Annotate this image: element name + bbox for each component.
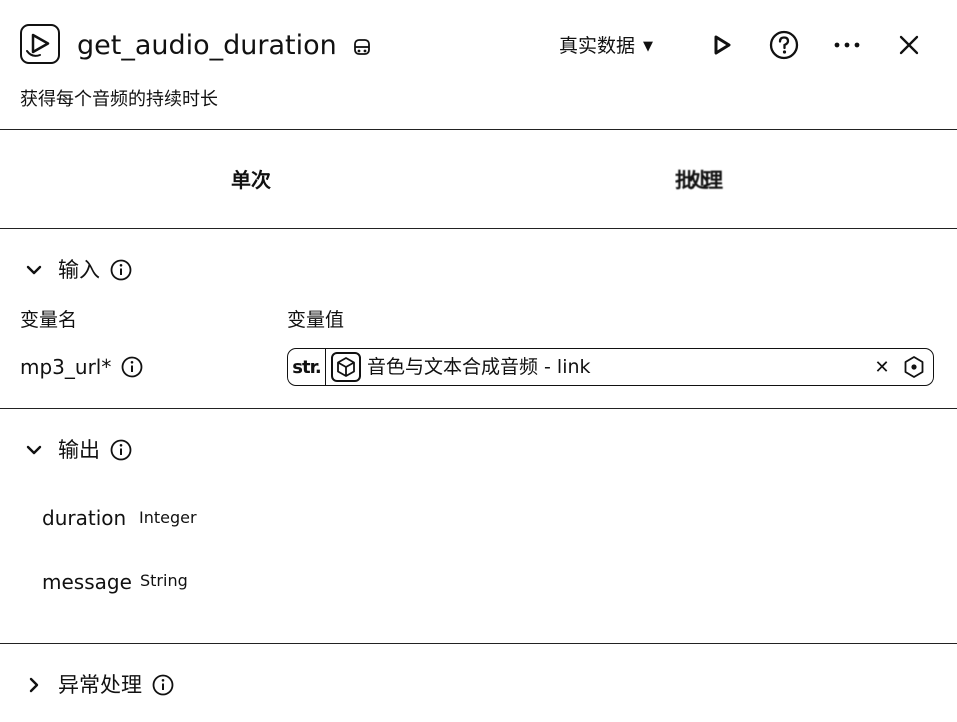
output-section-header[interactable]: 输出	[20, 436, 132, 464]
variable-name: mp3_url*	[20, 353, 143, 381]
close-button[interactable]	[892, 28, 926, 62]
page-title: get_audio_duration	[77, 30, 337, 61]
more-icon	[834, 42, 860, 48]
divider	[0, 408, 957, 409]
chevron-down-icon	[20, 264, 48, 276]
data-source-dropdown[interactable]: 真实数据 ▼	[559, 33, 653, 62]
variable-value-field[interactable]: str. 音色与文本合成音频 - link ✕	[287, 348, 934, 386]
column-header-name: 变量名	[20, 309, 78, 331]
video-play-icon	[20, 24, 60, 64]
help-icon	[769, 30, 799, 60]
description: 获得每个音频的持续时长	[20, 89, 218, 110]
close-icon	[899, 35, 919, 55]
input-section-header[interactable]: 输入	[20, 256, 132, 284]
caret-down-icon: ▼	[643, 39, 654, 54]
output-field-name: duration	[42, 506, 127, 530]
info-icon[interactable]	[152, 674, 174, 696]
variable-value-text: 音色与文本合成音频 - link	[367, 356, 591, 378]
divider	[0, 228, 957, 229]
error-handling-section-header[interactable]: 异常处理	[20, 671, 174, 699]
info-icon[interactable]	[110, 259, 132, 281]
info-icon[interactable]	[121, 356, 143, 378]
help-button[interactable]	[767, 28, 801, 62]
divider	[0, 129, 957, 130]
divider	[0, 643, 957, 644]
cube-icon	[331, 352, 361, 382]
tab-batch[interactable]: 批处理	[675, 166, 737, 194]
output-field-type: String	[140, 571, 188, 590]
error-handling-title: 异常处理	[58, 673, 142, 697]
chevron-right-icon	[20, 677, 48, 693]
run-button[interactable]	[704, 28, 738, 62]
settings-icon[interactable]	[901, 354, 927, 380]
column-header-value: 变量值	[287, 309, 345, 331]
tab-batch-label: 批处理	[675, 168, 723, 192]
data-source-label: 真实数据	[559, 35, 636, 57]
chevron-down-icon	[20, 444, 48, 456]
plugin-icon	[352, 37, 372, 57]
clear-icon[interactable]: ✕	[871, 357, 893, 378]
output-field-type: Integer	[139, 508, 197, 527]
output-section-title: 输出	[58, 438, 100, 462]
input-section-title: 输入	[58, 258, 100, 282]
info-icon[interactable]	[110, 439, 132, 461]
type-tag: str.	[288, 349, 326, 385]
more-button[interactable]	[830, 28, 864, 62]
tab-single[interactable]: 单次	[231, 166, 271, 194]
variable-name-label: mp3_url*	[20, 355, 112, 379]
output-field-name: message	[42, 570, 132, 594]
play-icon	[714, 35, 731, 55]
